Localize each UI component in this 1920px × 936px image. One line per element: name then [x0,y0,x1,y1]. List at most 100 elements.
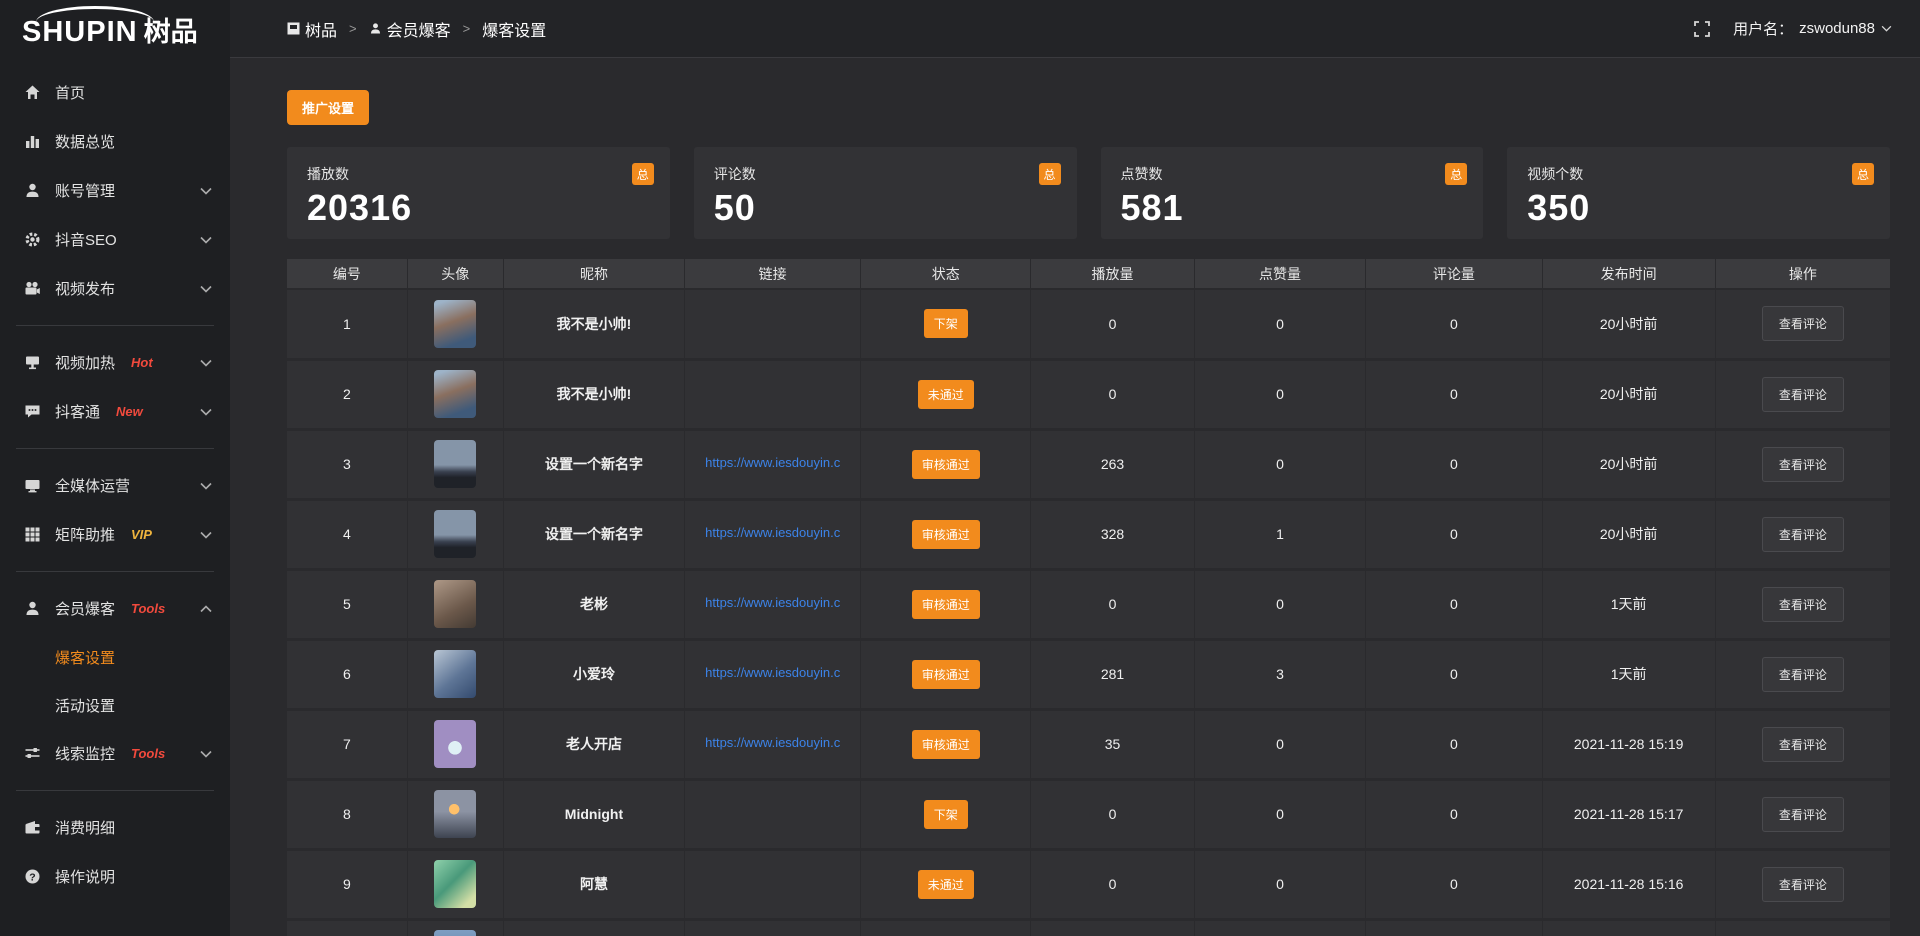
avatar [434,440,476,488]
sidebar-item-data-overview[interactable]: 数据总览 [0,117,230,166]
col-header-likes: 点赞量 [1194,259,1366,289]
row-nickname: 设置一个新名字 [503,429,684,499]
row-plays: 0 [1031,569,1195,639]
view-comments-button[interactable]: 查看评论 [1762,517,1844,552]
sidebar-subitem-activity-settings[interactable]: 活动设置 [0,681,230,729]
row-publish-time: 2021-11-28 15:19 [1542,709,1715,779]
sidebar-item-consumption-detail[interactable]: 消费明细 [0,803,230,852]
sidebar: SHUPIN树品 首页 数据总览 账号管理 抖音SEO [0,0,230,936]
stat-label: 点赞数 [1121,164,1163,184]
breadcrumb-item-shupin[interactable]: 树品 [287,17,337,41]
table-row [287,919,1890,936]
row-id: 2 [287,359,407,429]
sidebar-item-douketong[interactable]: 抖客通 New [0,387,230,436]
sidebar-item-omnimedia[interactable]: 全媒体运营 [0,461,230,510]
breadcrumb-separator: > [349,21,357,36]
view-comments-button[interactable]: 查看评论 [1762,727,1844,762]
breadcrumb-item-member-baoke[interactable]: 会员爆客 [369,17,451,41]
chevron-down-icon [200,750,212,758]
col-header-nickname: 昵称 [503,259,684,289]
row-id: 6 [287,639,407,709]
row-publish-time [1542,919,1715,936]
view-comments-button[interactable]: 查看评论 [1762,587,1844,622]
row-comments: 0 [1366,849,1542,919]
row-likes: 0 [1194,569,1366,639]
col-header-comments: 评论量 [1366,259,1542,289]
row-plays: 263 [1031,429,1195,499]
sidebar-item-video-publish[interactable]: 视频发布 [0,264,230,313]
row-nickname: 老人开店 [503,709,684,779]
topbar: 树品 > 会员爆客 > 爆客设置 用户名：zswodun88 [230,0,1920,58]
col-header-id: 编号 [287,259,407,289]
video-link[interactable]: https://www.iesdouyin.c [705,525,840,540]
view-comments-button[interactable]: 查看评论 [1762,447,1844,482]
video-link[interactable]: https://www.iesdouyin.c [705,595,840,610]
status-badge: 下架 [924,800,968,829]
sidebar-item-label: 会员爆客 [55,598,115,619]
stat-card-likes: 点赞数 总 581 [1101,147,1484,239]
stat-cards: 播放数 总 20316 评论数 总 50 点赞数 总 581 视频个数 总 35… [287,147,1890,239]
row-likes [1194,919,1366,936]
status-badge: 审核通过 [912,730,980,759]
row-likes: 0 [1194,289,1366,359]
sidebar-item-member-baoke[interactable]: 会员爆客 Tools [0,584,230,633]
sidebar-subitem-baoke-settings[interactable]: 爆客设置 [0,633,230,681]
total-badge: 总 [1039,163,1061,185]
sidebar-item-douyin-seo[interactable]: 抖音SEO [0,215,230,264]
row-id: 1 [287,289,407,359]
row-likes: 0 [1194,849,1366,919]
row-id: 9 [287,849,407,919]
video-link[interactable]: https://www.iesdouyin.c [705,735,840,750]
videos-table: 编号 头像 昵称 链接 状态 播放量 点赞量 评论量 发布时间 操作 1 我不是… [287,259,1890,936]
fullscreen-icon[interactable] [1693,20,1711,38]
sidebar-item-account-management[interactable]: 账号管理 [0,166,230,215]
sidebar-item-video-heat[interactable]: 视频加热 Hot [0,338,230,387]
stat-label: 视频个数 [1527,164,1583,184]
total-badge: 总 [1852,163,1874,185]
row-nickname: 我不是小帅! [503,289,684,359]
sidebar-item-lead-monitor[interactable]: 线索监控 Tools [0,729,230,778]
row-plays: 0 [1031,849,1195,919]
video-link[interactable]: https://www.iesdouyin.c [705,665,840,680]
sidebar-item-home[interactable]: 首页 [0,68,230,117]
sidebar-item-label: 抖音SEO [55,229,117,250]
breadcrumb: 树品 > 会员爆客 > 爆客设置 [287,17,546,41]
status-badge: 审核通过 [912,660,980,689]
row-nickname [503,919,684,936]
table-row: 2 我不是小帅! 未通过 0 0 0 20小时前 查看评论 [287,359,1890,429]
sidebar-divider [16,325,214,326]
view-comments-button[interactable]: 查看评论 [1762,657,1844,692]
sidebar-item-label: 数据总览 [55,131,115,152]
total-badge: 总 [632,163,654,185]
status-badge: 下架 [924,309,968,338]
sidebar-item-matrix-boost[interactable]: 矩阵助推 VIP [0,510,230,559]
stat-value: 50 [714,187,1061,229]
tools-badge: Tools [131,746,165,761]
col-header-status: 状态 [861,259,1031,289]
view-comments-button[interactable]: 查看评论 [1762,306,1844,341]
chevron-down-icon [1881,25,1892,32]
row-plays: 328 [1031,499,1195,569]
col-header-avatar: 头像 [407,259,503,289]
row-comments: 0 [1366,779,1542,849]
view-comments-button[interactable]: 查看评论 [1762,867,1844,902]
col-header-link: 链接 [685,259,861,289]
sidebar-divider [16,448,214,449]
row-comments: 0 [1366,429,1542,499]
total-badge: 总 [1445,163,1467,185]
table-row: 1 我不是小帅! 下架 0 0 0 20小时前 查看评论 [287,289,1890,359]
row-id: 8 [287,779,407,849]
view-comments-button[interactable]: 查看评论 [1762,377,1844,412]
table-row: 6 小爱玲 https://www.iesdouyin.c 审核通过 281 3… [287,639,1890,709]
breadcrumb-label: 会员爆客 [387,17,451,41]
stat-label: 播放数 [307,164,349,184]
promotion-settings-button[interactable]: 推广设置 [287,90,369,125]
username-dropdown[interactable]: 用户名：zswodun88 [1733,18,1892,39]
stat-card-videos: 视频个数 总 350 [1507,147,1890,239]
avatar [434,860,476,908]
sidebar-item-help[interactable]: ? 操作说明 [0,852,230,901]
chevron-down-icon [200,285,212,293]
view-comments-button[interactable]: 查看评论 [1762,797,1844,832]
video-link[interactable]: https://www.iesdouyin.c [705,455,840,470]
row-comments: 0 [1366,709,1542,779]
